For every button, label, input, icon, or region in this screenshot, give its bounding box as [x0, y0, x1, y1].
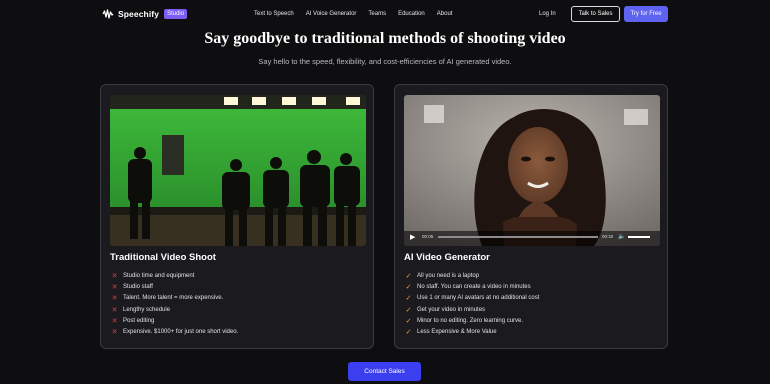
nav-link-about[interactable]: About: [437, 11, 453, 17]
nav-link-education[interactable]: Education: [398, 11, 425, 17]
avatar-video-frame: [404, 95, 660, 246]
list-item: ✓ No staff. You can create a video in min…: [404, 281, 539, 292]
check-icon: ✓: [405, 306, 412, 314]
list-item-label: Minor to no editing. Zero learning curve…: [417, 317, 524, 324]
list-item-label: Expensive. $1000+ for just one short vid…: [123, 329, 239, 336]
nav-link-text-to-speech[interactable]: Text to Speech: [254, 11, 294, 17]
try-for-free-button[interactable]: Try for Free: [624, 6, 668, 22]
list-item-label: Lengthy schedule: [123, 306, 171, 313]
top-navigation: Speechify Studio Text to Speech AI Voice…: [0, 0, 770, 30]
list-item: ✓ All you need is a laptop: [404, 270, 539, 281]
volume-icon[interactable]: 🔈: [618, 233, 625, 240]
x-icon: ✕: [111, 306, 118, 314]
list-item: ✕ Expensive. $1000+ for just one short vi…: [110, 326, 239, 337]
check-icon: ✓: [405, 317, 412, 325]
brand-name: Speechify: [118, 9, 160, 19]
nav-link-ai-voice-generator[interactable]: AI Voice Generator: [306, 11, 357, 17]
volume-slider[interactable]: [628, 236, 650, 238]
x-icon: ✕: [111, 272, 118, 280]
green-screen-studio-image: [110, 95, 366, 246]
current-time: 00:05: [422, 234, 434, 239]
list-item-label: Get your video in minutes: [417, 306, 486, 313]
x-icon: ✕: [111, 329, 118, 337]
ai-video-card: ▶ 00:05 00:32 🔈 AI Video Generator ✓ All …: [394, 84, 668, 349]
nav-link-teams[interactable]: Teams: [368, 11, 386, 17]
video-progress-bar[interactable]: [438, 236, 598, 238]
list-item-label: Use 1 or many AI avatars at no additiona…: [417, 295, 540, 302]
list-item-label: Post editing: [123, 317, 155, 324]
x-icon: ✕: [111, 283, 118, 291]
studio-badge: Studio: [164, 9, 188, 19]
card-title: Traditional Video Shoot: [110, 252, 216, 263]
list-item: ✕ Studio time and equipment: [110, 270, 238, 281]
contact-sales-button[interactable]: Contact Sales: [348, 362, 421, 381]
duration: 00:32: [602, 234, 614, 239]
check-icon: ✓: [405, 295, 412, 303]
list-item: ✓ Get your video in minutes: [404, 304, 539, 315]
check-icon: ✓: [405, 329, 412, 337]
x-icon: ✕: [111, 317, 118, 325]
check-icon: ✓: [405, 283, 412, 291]
page-title: Say goodbye to traditional methods of sh…: [204, 30, 566, 47]
talk-to-sales-button[interactable]: Talk to Sales: [571, 6, 620, 22]
list-item: ✓ Minor to no editing. Zero learning curv…: [404, 315, 539, 326]
list-item: ✕ Studio staff: [110, 281, 238, 292]
x-icon: ✕: [111, 295, 118, 303]
list-item-label: Talent. More talent = more expensive.: [123, 295, 224, 302]
brand-logo[interactable]: Speechify Studio: [102, 8, 188, 20]
list-item: ✕ Talent. More talent = more expensive.: [110, 293, 238, 304]
benefits-list: ✓ All you need is a laptop ✓ No staff. You…: [404, 270, 540, 338]
nav-links: Text to Speech AI Voice Generator Teams …: [254, 11, 452, 17]
check-icon: ✓: [405, 272, 412, 280]
drawbacks-list: ✕ Studio time and equipment ✕ Studio staff…: [110, 270, 239, 338]
list-item-label: All you need is a laptop: [417, 272, 480, 279]
list-item: ✕ Post editing: [110, 315, 238, 326]
page-subtitle: Say hello to the speed, flexibility, and…: [258, 57, 512, 66]
traditional-video-card: Traditional Video Shoot ✕ Studio time and…: [100, 84, 374, 349]
soundwave-icon: [102, 9, 114, 19]
list-item: ✓ Less Expensive & More Value: [404, 326, 539, 337]
list-item: ✓ Use 1 or many AI avatars at no addition…: [404, 293, 540, 304]
video-player[interactable]: ▶ 00:05 00:32 🔈: [404, 95, 660, 246]
play-icon[interactable]: ▶: [410, 233, 415, 241]
list-item: ✕ Lengthy schedule: [110, 304, 238, 315]
list-item-label: Studio staff: [123, 283, 153, 290]
card-title: AI Video Generator: [404, 252, 490, 263]
login-link[interactable]: Log In: [539, 11, 556, 17]
list-item-label: Studio time and equipment: [123, 272, 195, 279]
list-item-label: No staff. You can create a video in minu…: [417, 283, 531, 290]
list-item-label: Less Expensive & More Value: [417, 329, 497, 336]
